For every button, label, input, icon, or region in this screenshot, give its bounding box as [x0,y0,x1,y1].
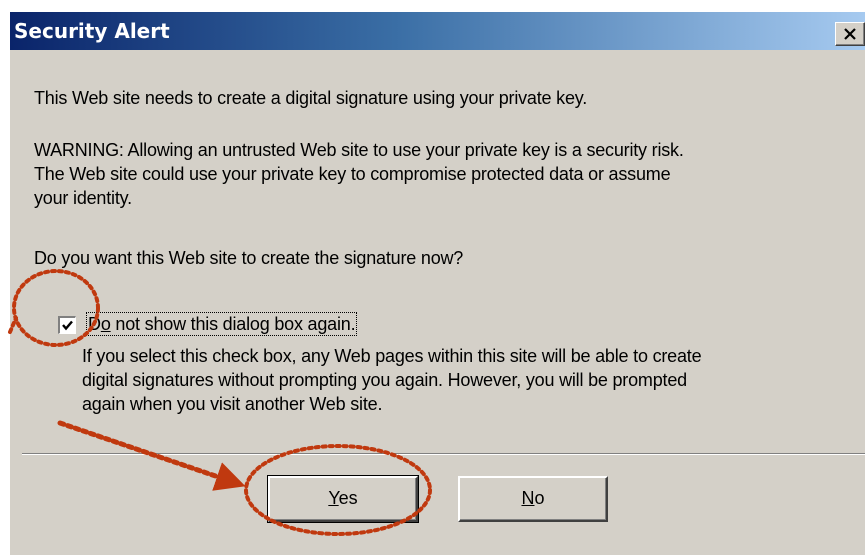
window-title: Security Alert [14,19,170,43]
do-not-show-label[interactable]: Do not show this dialog box again. [86,312,358,336]
warning-line: The Web site could use your private key … [34,164,671,184]
warning-line: your identity. [34,188,132,208]
no-label-rest: o [534,488,545,508]
checkmark-icon [62,320,73,331]
label-mnemonic: o [100,314,111,334]
label-prefix: D [88,314,101,334]
yes-label-rest: es [338,488,358,508]
help-line: digital signatures without prompting you… [82,370,687,390]
separator-line [22,453,865,455]
do-not-show-checkbox[interactable] [58,316,76,334]
intro-text: This Web site needs to create a digital … [34,88,588,108]
question-text: Do you want this Web site to create the … [34,248,464,268]
help-line: again when you visit another Web site. [82,394,383,414]
no-button[interactable]: No [458,476,608,522]
label-rest: not show this dialog box again. [110,314,356,334]
warning-line: WARNING: Allowing an untrusted Web site … [34,140,684,160]
no-mnemonic: N [521,488,535,508]
warning-text: WARNING: Allowing an untrusted Web site … [34,138,684,210]
yes-mnemonic: Y [328,488,339,508]
close-button[interactable] [835,22,865,46]
help-line: If you select this check box, any Web pa… [82,346,702,366]
title-bar: Security Alert [10,12,865,50]
yes-button[interactable]: Yes [267,475,419,523]
screenshot-stage: Security Alert This Web site needs to cr… [0,0,865,555]
close-icon [844,28,856,40]
checkbox-help-text: If you select this check box, any Web pa… [82,344,702,416]
security-alert-dialog: Security Alert This Web site needs to cr… [8,10,865,555]
